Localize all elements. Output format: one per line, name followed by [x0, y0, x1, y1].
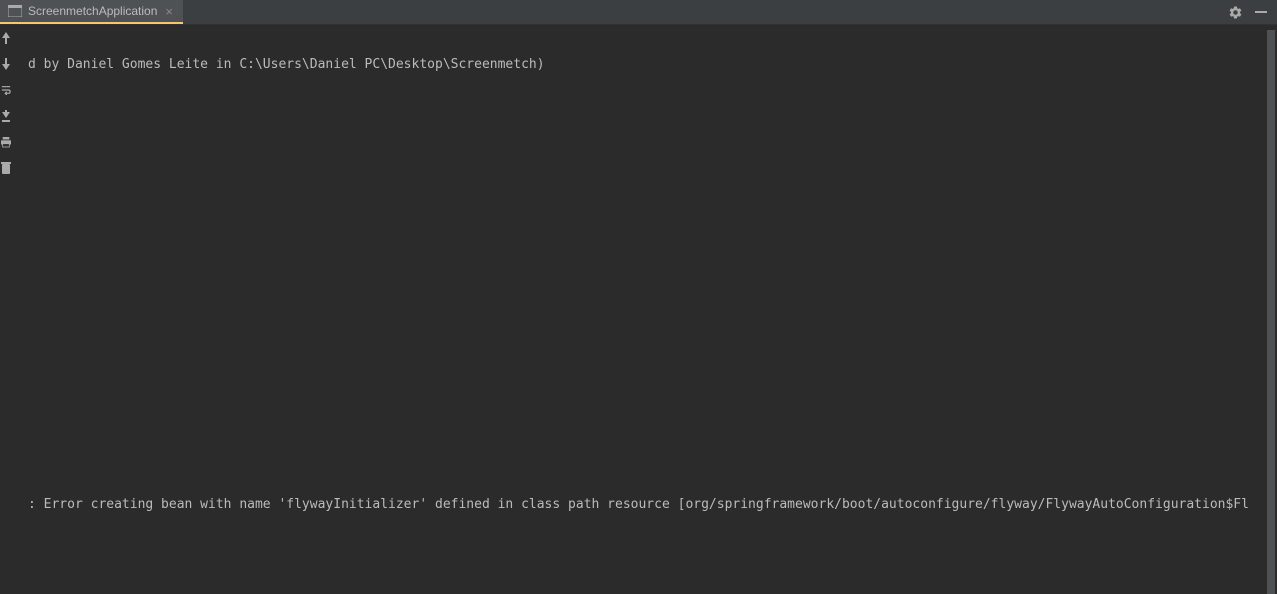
tab-bar-actions	[1227, 0, 1277, 24]
main-area: d by Daniel Gomes Leite in C:\Users\Dani…	[0, 25, 1277, 594]
console-output[interactable]: d by Daniel Gomes Leite in C:\Users\Dani…	[12, 25, 1265, 594]
arrow-up-icon[interactable]	[1, 31, 11, 45]
console-gutter	[0, 25, 12, 594]
scrollbar-thumb[interactable]	[1267, 30, 1275, 594]
scroll-to-end-icon[interactable]	[1, 109, 11, 123]
console-line: d by Daniel Gomes Leite in C:\Users\Dani…	[28, 55, 545, 75]
tab-screenmetch-application[interactable]: ScreenmetchApplication ×	[0, 0, 183, 24]
console-line: : Error creating bean with name 'flywayI…	[28, 495, 1249, 515]
close-icon[interactable]: ×	[163, 5, 175, 18]
run-console-icon	[8, 5, 22, 17]
vertical-scrollbar[interactable]	[1265, 25, 1277, 594]
arrow-down-icon[interactable]	[1, 57, 11, 71]
print-icon[interactable]	[1, 135, 11, 149]
minimize-icon[interactable]	[1253, 4, 1269, 20]
tab-bar: ScreenmetchApplication ×	[0, 0, 1277, 25]
soft-wrap-icon[interactable]	[1, 83, 11, 97]
gear-icon[interactable]	[1227, 4, 1243, 20]
trash-icon[interactable]	[1, 161, 11, 175]
tab-label: ScreenmetchApplication	[28, 4, 157, 18]
